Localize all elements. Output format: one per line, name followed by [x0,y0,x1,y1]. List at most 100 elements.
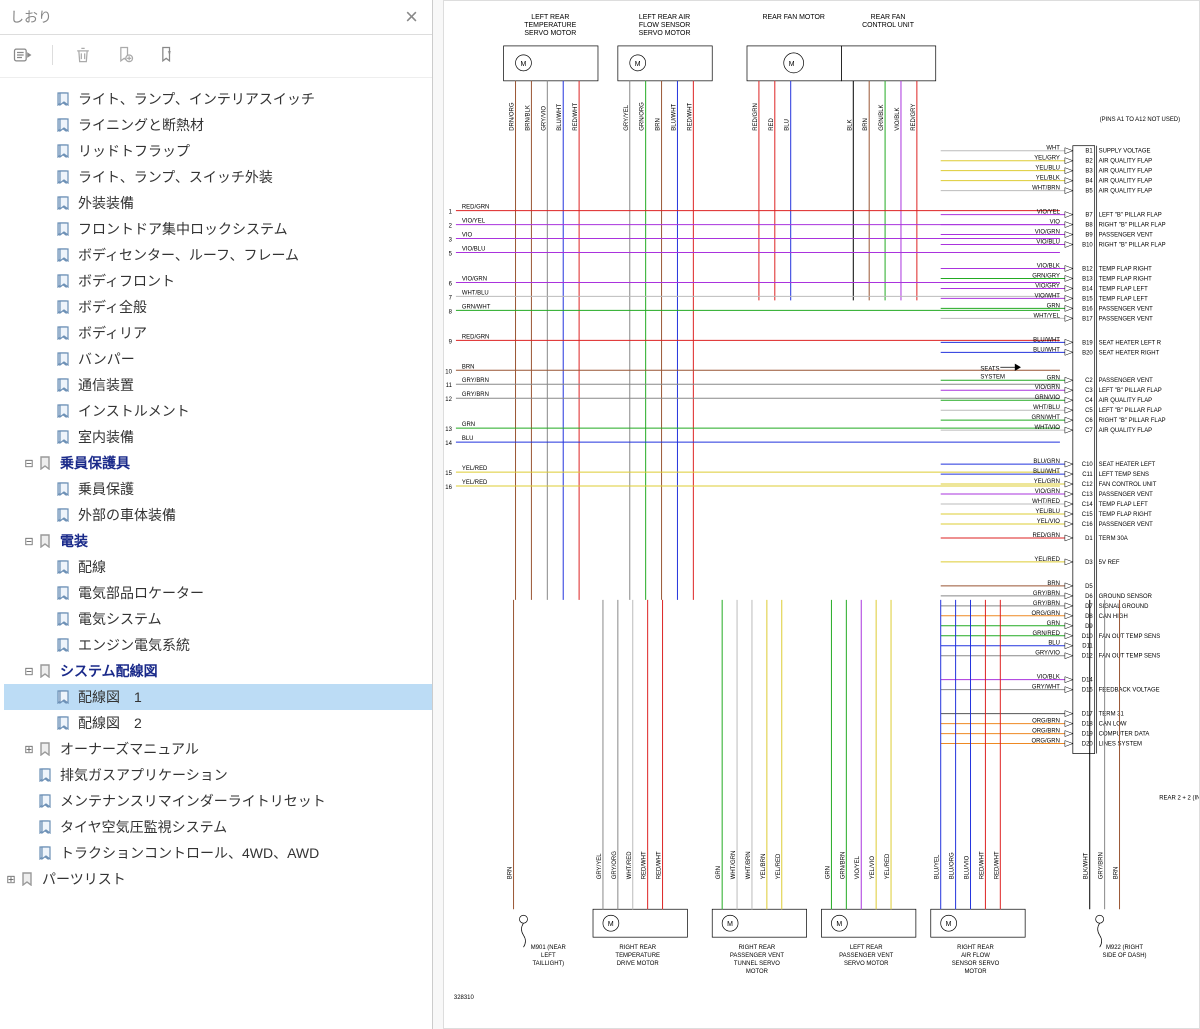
tree-item[interactable]: ライニングと断熱材 [4,112,432,138]
svg-text:SYSTEM: SYSTEM [980,374,1005,380]
svg-text:M: M [608,921,614,928]
tree-item[interactable]: ⊟乗員保護具 [4,450,432,476]
tree-item[interactable]: ⊟電装 [4,528,432,554]
close-icon[interactable]: × [401,6,422,28]
tree-item[interactable]: ⊞オーナーズマニュアル [4,736,432,762]
svg-text:M: M [727,921,733,928]
svg-text:PASSENGER VENT: PASSENGER VENT [839,953,894,959]
favorite-icon[interactable] [155,43,179,67]
options-icon[interactable] [10,43,34,67]
panel-title: しおり [10,7,52,27]
svg-text:B14: B14 [1082,286,1093,292]
svg-text:FEEDBACK VOLTAGE: FEEDBACK VOLTAGE [1099,688,1160,694]
svg-text:B10: B10 [1082,243,1093,249]
svg-text:M: M [520,61,526,68]
expand-toggle[interactable]: ⊟ [22,665,36,678]
svg-text:C11: C11 [1082,472,1093,478]
svg-text:TEMPERATURE: TEMPERATURE [524,22,576,29]
tree-item[interactable]: 電気システム [4,606,432,632]
svg-text:RIGHT "B" PILLAR FLAP: RIGHT "B" PILLAR FLAP [1099,223,1166,229]
svg-text:B20: B20 [1082,350,1093,356]
tree-item[interactable]: 乗員保護 [4,476,432,502]
tree-item[interactable]: 外装装備 [4,190,432,216]
tree-item[interactable]: バンパー [4,346,432,372]
bookmark-tree[interactable]: ライト、ランプ、インテリアスイッチライニングと断熱材リッドトフラップライト、ラン… [0,78,432,1029]
bookmark-icon [54,559,72,575]
tree-item[interactable]: 室内装備 [4,424,432,450]
toolbar-divider [52,45,53,65]
tree-item[interactable]: 配線図 2 [4,710,432,736]
svg-text:VIO: VIO [1050,220,1061,226]
svg-text:C14: C14 [1082,502,1094,508]
tree-item[interactable]: タイヤ空気圧監視システム [4,814,432,840]
svg-text:BLU/WHT: BLU/WHT [557,103,563,130]
tree-item[interactable]: 排気ガスアプリケーション [4,762,432,788]
svg-text:GRN: GRN [716,866,722,879]
svg-text:D9: D9 [1085,624,1093,630]
bookmark-icon [54,351,72,367]
bookmark-icon [54,91,72,107]
svg-text:BRN: BRN [462,364,475,370]
tree-item[interactable]: ⊞パーツリスト [4,866,432,892]
expand-toggle[interactable]: ⊟ [22,457,36,470]
tree-item[interactable]: 配線図 1 [4,684,432,710]
bookmark-icon [54,273,72,289]
svg-text:CAN LOW: CAN LOW [1099,722,1127,728]
add-bookmark-icon[interactable] [113,43,137,67]
svg-text:LEFT TEMP SENS: LEFT TEMP SENS [1099,472,1149,478]
tree-item[interactable]: ボディ全般 [4,294,432,320]
delete-icon[interactable] [71,43,95,67]
svg-text:PASSENGER VENT: PASSENGER VENT [1099,378,1154,384]
svg-text:GRN/VIO: GRN/VIO [1035,395,1061,401]
svg-text:GRN/BRN: GRN/BRN [840,852,846,880]
tree-item[interactable]: 配線 [4,554,432,580]
tree-item[interactable]: メンテナンスリマインダーライトリセット [4,788,432,814]
tree-item[interactable]: ボディセンター、ルーフ、フレーム [4,242,432,268]
expand-toggle[interactable]: ⊞ [4,873,18,886]
svg-text:AIR QUALITY FLAP: AIR QUALITY FLAP [1099,189,1153,195]
tree-item[interactable]: ボディリア [4,320,432,346]
svg-text:TAILLIGHT): TAILLIGHT) [532,961,564,967]
tree-item[interactable]: エンジン電気系統 [4,632,432,658]
tree-item[interactable]: 電気部品ロケーター [4,580,432,606]
tree-item[interactable]: インストルメント [4,398,432,424]
svg-text:LEFT "B" PILLAR FLAP: LEFT "B" PILLAR FLAP [1099,213,1162,219]
tree-item[interactable]: ⊟システム配線図 [4,658,432,684]
bookmarks-panel: しおり × ライト、ランプ、インテリアスイッチライニングと断熱材リッドトフラップ… [0,0,433,1029]
svg-text:RED/WHT: RED/WHT [979,851,985,879]
svg-text:GRN/ORG: GRN/ORG [640,102,646,131]
tree-label: ライト、ランプ、インテリアスイッチ [78,89,315,109]
tree-item[interactable]: リッドトフラップ [4,138,432,164]
svg-text:BRN: BRN [1114,867,1120,880]
tree-item[interactable]: ライト、ランプ、スイッチ外装 [4,164,432,190]
tree-item[interactable]: ボディフロント [4,268,432,294]
tree-item[interactable]: 外部の車体装備 [4,502,432,528]
tree-item[interactable]: フロントドア集中ロックシステム [4,216,432,242]
svg-text:(PINS A1 TO A12 NOT USED): (PINS A1 TO A12 NOT USED) [1100,117,1180,123]
svg-text:SEAT HEATER LEFT R: SEAT HEATER LEFT R [1099,340,1162,346]
svg-text:B13: B13 [1082,276,1093,282]
svg-text:M922 (RIGHT: M922 (RIGHT [1106,945,1143,951]
svg-text:AIR QUALITY FLAP: AIR QUALITY FLAP [1099,159,1153,165]
svg-text:D7: D7 [1085,604,1093,610]
tree-item[interactable]: トラクションコントロール、4WD、AWD [4,840,432,866]
svg-text:YEL/RED: YEL/RED [776,853,782,879]
expand-toggle[interactable]: ⊟ [22,535,36,548]
tree-item[interactable]: ライト、ランプ、インテリアスイッチ [4,86,432,112]
svg-text:C13: C13 [1082,492,1094,498]
document-viewport[interactable]: MLEFT REARTEMPERATURESERVO MOTORMLEFT RE… [433,0,1200,1029]
svg-text:VIO/GRN: VIO/GRN [1035,385,1060,391]
tree-label: フロントドア集中ロックシステム [78,219,288,239]
svg-text:PASSENGER VENT: PASSENGER VENT [1099,306,1154,312]
wiring-diagram: MLEFT REARTEMPERATURESERVO MOTORMLEFT RE… [443,0,1200,1029]
svg-text:VIO/GRN: VIO/GRN [1035,230,1060,236]
svg-text:D18: D18 [1082,722,1094,728]
svg-text:RIGHT REAR: RIGHT REAR [957,945,994,951]
svg-text:B8: B8 [1085,223,1093,229]
expand-toggle[interactable]: ⊞ [22,743,36,756]
svg-text:BLU/WHT: BLU/WHT [1033,469,1060,475]
tree-label: 通信装置 [78,375,134,395]
tree-item[interactable]: 通信装置 [4,372,432,398]
svg-text:SEAT HEATER LEFT: SEAT HEATER LEFT [1099,462,1156,468]
bookmark-icon [54,143,72,159]
